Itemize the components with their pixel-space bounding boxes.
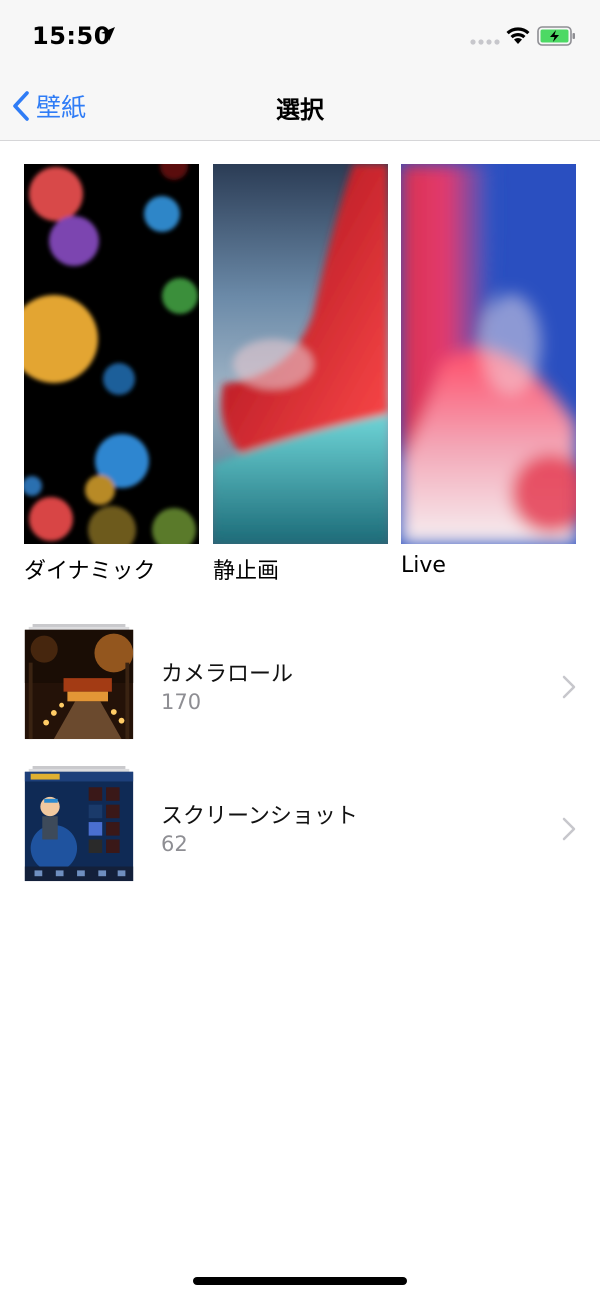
album-count: 62 (161, 832, 188, 856)
home-indicator[interactable] (193, 1277, 407, 1285)
disclosure-chevron-icon (562, 817, 576, 841)
live-wallpaper-image (401, 164, 576, 544)
status-bar: 15:50 (0, 0, 600, 74)
screenshots-thumbnail (24, 766, 134, 882)
navigation-bar: 壁紙 選択 (0, 74, 600, 141)
album-count: 170 (161, 690, 202, 714)
wallpaper-dynamic[interactable] (24, 164, 199, 544)
wallpaper-label-live: Live (401, 553, 446, 578)
album-row-screenshots[interactable]: スクリーンショット 62 (0, 766, 600, 894)
album-row-camera-roll[interactable]: カメラロール 170 (0, 624, 600, 752)
album-title: スクリーンショット (161, 804, 358, 829)
wallpaper-live[interactable] (401, 164, 576, 544)
album-title: カメラロール (161, 662, 294, 687)
wallpaper-label-dynamic: ダイナミック (24, 559, 156, 584)
disclosure-chevron-icon (562, 675, 576, 699)
battery-charging-icon (537, 26, 575, 46)
location-arrow-icon (101, 27, 115, 41)
page-title: 選択 (276, 96, 324, 124)
wallpaper-label-still: 静止画 (213, 559, 280, 584)
still-wallpaper-image (213, 164, 388, 544)
cellular-signal-icon (470, 39, 500, 45)
wallpaper-still[interactable] (213, 164, 388, 544)
wifi-icon (506, 27, 530, 44)
camera-roll-thumbnail (24, 624, 134, 740)
dynamic-wallpaper-image (24, 164, 199, 544)
